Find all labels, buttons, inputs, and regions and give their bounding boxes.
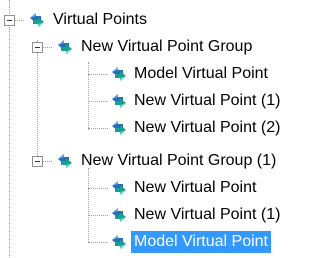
tree-node-label[interactable]: New Virtual Point (1) <box>131 204 283 226</box>
tree-node-label[interactable]: Virtual Points <box>50 9 150 31</box>
collapse-toggle-icon[interactable] <box>32 156 43 167</box>
virtual-point-icon <box>27 10 47 30</box>
tree-node-point[interactable]: New Virtual Point (1) <box>0 89 334 115</box>
tree-node-label[interactable]: New Virtual Point (2) <box>131 117 283 139</box>
tree-node-point-selected[interactable]: Model Virtual Point <box>0 230 334 256</box>
virtual-point-icon <box>109 232 129 252</box>
virtual-point-icon <box>109 64 129 84</box>
tree-node-point[interactable]: Model Virtual Point <box>0 62 334 88</box>
tree-node-point[interactable]: New Virtual Point (2) <box>0 116 334 142</box>
collapse-toggle-icon[interactable] <box>32 42 43 53</box>
tree-node-point[interactable]: New Virtual Point <box>0 176 334 202</box>
tree-node-label[interactable]: New Virtual Point (1) <box>131 90 283 112</box>
virtual-point-icon <box>109 205 129 225</box>
virtual-point-icon <box>55 37 75 57</box>
tree-node-label-selected[interactable]: Model Virtual Point <box>131 231 271 253</box>
tree-node-group[interactable]: New Virtual Point Group <box>0 35 334 61</box>
virtual-point-icon <box>109 118 129 138</box>
tree-node-label[interactable]: New Virtual Point Group (1) <box>78 150 279 172</box>
tree-node-group[interactable]: New Virtual Point Group (1) <box>0 149 334 175</box>
virtual-point-icon <box>55 151 75 171</box>
collapse-toggle-icon[interactable] <box>4 15 15 26</box>
tree-node-point[interactable]: New Virtual Point (1) <box>0 203 334 229</box>
virtual-point-icon <box>109 91 129 111</box>
virtual-points-tree[interactable]: Virtual Points New Virtual Point Group M… <box>0 0 334 258</box>
tree-node-label[interactable]: Model Virtual Point <box>131 63 271 85</box>
tree-node-label[interactable]: New Virtual Point <box>131 177 259 199</box>
tree-node-root[interactable]: Virtual Points <box>0 8 334 34</box>
virtual-point-icon <box>109 178 129 198</box>
tree-node-label[interactable]: New Virtual Point Group <box>78 36 255 58</box>
